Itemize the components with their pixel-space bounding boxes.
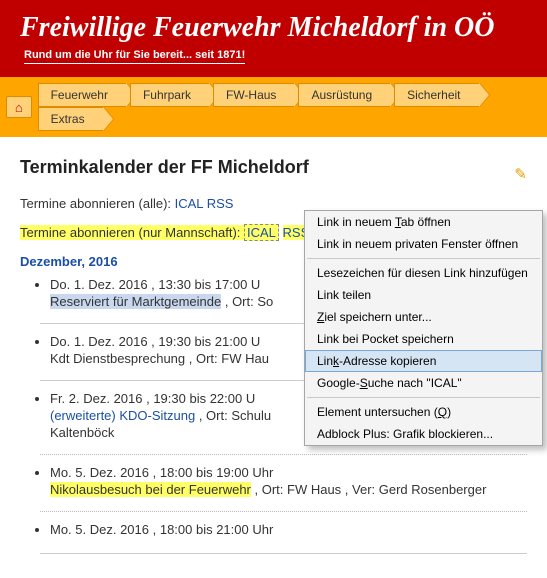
context-menu-item[interactable]: Lesezeichen für diesen Link hinzufügen: [305, 262, 542, 284]
event-separator: [40, 454, 527, 455]
context-menu-item[interactable]: Link teilen: [305, 284, 542, 306]
nav-tab-fw-haus[interactable]: FW-Haus: [213, 83, 294, 107]
event-title[interactable]: (erweiterte) KDO-Sitzung: [50, 408, 195, 423]
event-datetime: Do. 1. Dez. 2016 , 13:30 bis 17:00 U: [50, 277, 260, 292]
page-title: Terminkalender der FF Micheldorf: [20, 157, 309, 178]
context-menu-item[interactable]: Adblock Plus: Grafik blockieren...: [305, 423, 542, 445]
site-title: Freiwillige Feuerwehr Micheldorf in OÖ: [20, 12, 527, 44]
context-menu-item[interactable]: Element untersuchen (Q): [305, 401, 542, 423]
rss-all-link[interactable]: RSS: [207, 196, 234, 211]
context-menu-item[interactable]: Link in neuem privaten Fenster öffnen: [305, 233, 542, 255]
event-datetime: Mo. 5. Dez. 2016 , 18:00 bis 19:00 Uhr: [50, 465, 273, 480]
event-meta: , Ort: FW Hau: [185, 351, 269, 366]
context-menu-item[interactable]: Link-Adresse kopieren: [305, 350, 542, 372]
event-meta: , Ort: So: [221, 294, 273, 309]
nav-tab-sicherheit[interactable]: Sicherheit: [394, 83, 478, 107]
event-meta: , Ort: Schulu: [195, 408, 271, 423]
subscribe-all-label: Termine abonnieren (alle):: [20, 196, 175, 211]
site-tagline: Rund um die Uhr für Sie bereit... seit 1…: [24, 49, 245, 64]
ical-team-link[interactable]: ICAL: [244, 224, 279, 241]
home-icon[interactable]: ⌂: [6, 96, 32, 118]
event-separator: [40, 511, 527, 512]
edit-icon[interactable]: ✎: [514, 165, 527, 183]
subscribe-all-row: Termine abonnieren (alle): ICAL RSS: [20, 196, 527, 211]
event-title: Kdt Dienstbesprechung: [50, 351, 185, 366]
event-item: Mo. 5. Dez. 2016 , 18:00 bis 19:00 Uhr Ni…: [50, 465, 527, 507]
event-title: Reserviert für Marktgemeinde: [50, 294, 221, 309]
event-meta: , Ort: FW Haus , Ver: Gerd Rosenberger: [251, 482, 487, 497]
nav-tab-feuerwehr[interactable]: Feuerwehr: [38, 83, 126, 107]
nav-tab-extras[interactable]: Extras: [38, 107, 103, 131]
event-title: Nikolausbesuch bei der Feuerwehr: [50, 482, 251, 497]
site-header: Freiwillige Feuerwehr Micheldorf in OÖ R…: [0, 0, 547, 74]
context-menu: Link in neuem Tab öffnenLink in neuem pr…: [304, 210, 543, 446]
ical-all-link[interactable]: ICAL: [175, 196, 203, 211]
event-separator: [40, 553, 527, 554]
context-menu-item[interactable]: Ziel speichern unter...: [305, 306, 542, 328]
event-datetime: Fr. 2. Dez. 2016 , 19:30 bis 22:00 U: [50, 391, 255, 406]
context-menu-separator: [307, 397, 540, 398]
context-menu-separator: [307, 258, 540, 259]
event-subline: Nikolausbesuch bei der Feuerwehr , Ort: …: [50, 482, 527, 497]
nav-tab-fuhrpark[interactable]: Fuhrpark: [130, 83, 209, 107]
context-menu-item[interactable]: Link in neuem Tab öffnen: [305, 211, 542, 233]
event-datetime: Mo. 5. Dez. 2016 , 18:00 bis 21:00 Uhr: [50, 522, 273, 537]
event-datetime: Do. 1. Dez. 2016 , 19:30 bis 21:00 U: [50, 334, 260, 349]
nav-tab-ausrüstung[interactable]: Ausrüstung: [298, 83, 390, 107]
event-item: Mo. 5. Dez. 2016 , 18:00 bis 21:00 Uhr: [50, 522, 527, 549]
context-menu-item[interactable]: Link bei Pocket speichern: [305, 328, 542, 350]
context-menu-item[interactable]: Google-Suche nach "ICAL": [305, 372, 542, 394]
subscribe-team-label: Termine abonnieren (nur Mannschaft):: [20, 225, 244, 240]
main-nav: ⌂ FeuerwehrFuhrparkFW-HausAusrüstungSich…: [0, 74, 547, 137]
